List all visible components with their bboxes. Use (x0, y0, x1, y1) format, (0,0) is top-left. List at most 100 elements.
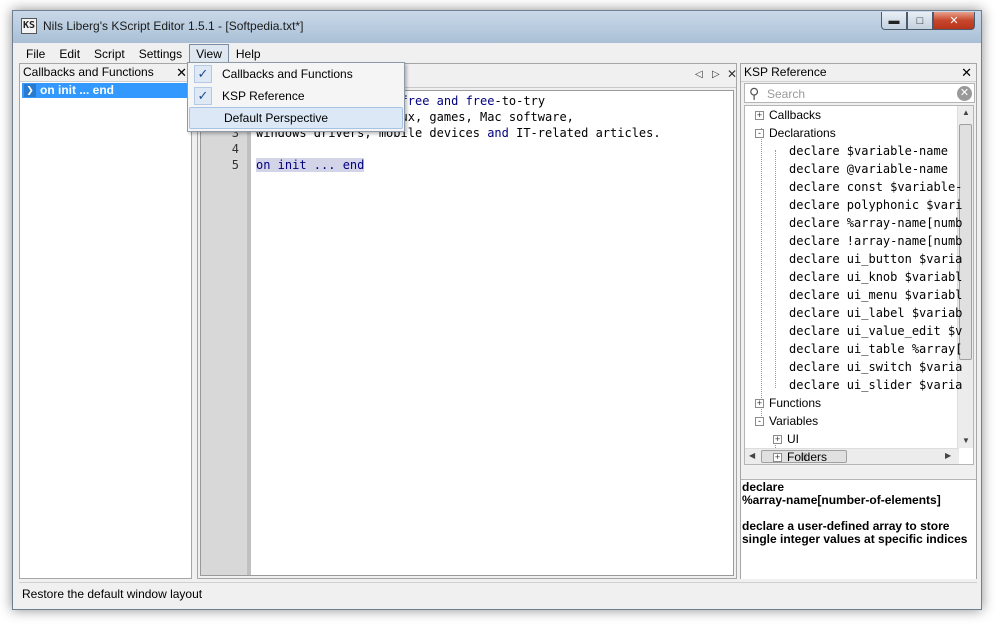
view-menu-item-ksp-reference[interactable]: ✓ KSP Reference (188, 85, 404, 107)
view-menu-item-label: Callbacks and Functions (222, 67, 353, 81)
code-line: on init ... end (256, 158, 365, 172)
tree-leaf[interactable]: declare ui_button $varia (789, 250, 962, 268)
view-menu-item-label: KSP Reference (222, 89, 305, 103)
checkmark-icon: ✓ (194, 65, 212, 83)
title-bar[interactable]: KS Nils Liberg's KScript Editor 1.5.1 - … (13, 11, 981, 43)
tree-guide-line (775, 150, 776, 388)
tree-leaf[interactable]: declare $variable-name (789, 142, 948, 160)
menu-file[interactable]: File (19, 44, 52, 63)
expand-icon[interactable]: + (755, 111, 764, 121)
clear-icon[interactable]: ✕ (957, 86, 972, 101)
tree-guide-line (761, 128, 762, 418)
window-controls: ▬ □ ✕ (881, 12, 975, 30)
tree-leaf[interactable]: declare !array-name[numb (789, 232, 962, 250)
ksp-reference-panel: KSP Reference ✕ ⚲ Search ✕ ▲ ▼ ◀ ||| ▶ +… (740, 63, 977, 579)
callback-item-label: on init ... end (40, 83, 114, 97)
tree-leaf[interactable]: declare ui_label $variab (789, 304, 962, 322)
line-number: 4 (231, 142, 239, 156)
search-icon: ⚲ (749, 85, 760, 101)
tree-node-label: declare !array-name[numb (789, 234, 963, 248)
tree-node-label: declare $variable-name (789, 144, 948, 158)
tree-node-label: declare polyphonic $vari (789, 198, 963, 212)
tree-node-label: UI (787, 432, 799, 446)
expand-icon[interactable]: + (755, 399, 764, 409)
menu-script[interactable]: Script (87, 44, 132, 63)
menu-settings[interactable]: Settings (132, 44, 189, 63)
scroll-right-icon[interactable]: ▶ (945, 451, 951, 460)
ksp-reference-tree[interactable]: ▲ ▼ ◀ ||| ▶ + Callbacks - Declarations decla… (744, 105, 974, 465)
callbacks-panel-title: Callbacks and Functions (23, 65, 154, 79)
view-menu-item-default-perspective[interactable]: Default Perspective (189, 107, 403, 129)
editor-panel: ◁ ▷ ✕ 1 2 3 4 5 y of over 1,000,000 free… (197, 63, 737, 579)
search-input[interactable]: ⚲ Search ✕ (744, 83, 975, 103)
tree-node[interactable]: + Folders (773, 448, 828, 464)
ksp-reference-header: KSP Reference ✕ (741, 64, 976, 82)
tree-leaf[interactable]: declare polyphonic $vari (789, 196, 962, 214)
view-menu-item-callbacks[interactable]: ✓ Callbacks and Functions (188, 63, 404, 85)
menu-bar: File Edit Script Settings View Help (19, 43, 977, 63)
tab-scroll-right-icon[interactable]: ▷ (712, 69, 720, 80)
ksp-reference-description: declare %array-name[number-of-elements] … (741, 479, 976, 579)
window-title: Nils Liberg's KScript Editor 1.5.1 - [So… (43, 19, 304, 33)
tree-leaf[interactable]: declare %array-name[numb (789, 214, 962, 232)
expand-icon[interactable]: + (773, 453, 782, 463)
tree-leaf[interactable]: declare @variable-name (789, 160, 948, 178)
callback-item[interactable]: ❯ on init ... end (22, 83, 189, 98)
tree-node-label: declare ui_slider $varia (789, 378, 963, 392)
menu-help[interactable]: Help (229, 44, 268, 63)
tree-node-label: declare ui_value_edit $v (789, 324, 963, 338)
callbacks-panel: Callbacks and Functions ✕ ❯ on init ... … (19, 63, 192, 579)
collapse-icon[interactable]: - (755, 129, 764, 139)
app-window: KS Nils Liberg's KScript Editor 1.5.1 - … (12, 10, 982, 610)
tree-node-label: declare %array-name[numb (789, 216, 963, 230)
tree-leaf[interactable]: declare ui_slider $varia (789, 376, 962, 394)
close-icon[interactable]: ✕ (727, 67, 737, 81)
description-line: %array-name[number-of-elements] (742, 493, 941, 507)
tree-node[interactable]: + Functions (755, 394, 821, 412)
tree-node-label: declare ui_menu $variabl (789, 288, 963, 302)
maximize-button[interactable]: □ (907, 12, 933, 30)
view-menu-item-label: Default Perspective (224, 111, 329, 125)
tree-leaf[interactable]: declare ui_table %array[ (789, 340, 962, 358)
tree-node-label: declare ui_knob $variabl (789, 270, 963, 284)
tree-node[interactable]: - Declarations (755, 124, 836, 142)
tree-leaf[interactable]: declare ui_menu $variabl (789, 286, 962, 304)
scroll-up-icon[interactable]: ▲ (962, 108, 970, 117)
tree-node-label: declare ui_table %array[ (789, 342, 963, 356)
status-bar: Restore the default window layout (19, 582, 977, 604)
tree-leaf[interactable]: declare ui_switch $varia (789, 358, 962, 376)
tree-node[interactable]: - Variables (755, 412, 818, 430)
tree-node[interactable]: + UI (773, 430, 799, 448)
tree-leaf[interactable]: declare const $variable- (789, 178, 962, 196)
close-icon[interactable]: ✕ (961, 64, 972, 81)
view-menu-dropdown: ✓ Callbacks and Functions ✓ KSP Referenc… (187, 62, 405, 132)
tree-node[interactable]: + Callbacks (755, 106, 821, 124)
tree-node-label: declare const $variable- (789, 180, 963, 194)
scroll-down-icon[interactable]: ▼ (962, 436, 970, 445)
collapse-icon[interactable]: - (755, 417, 764, 427)
line-number-gutter: 1 2 3 4 5 (201, 91, 251, 575)
minimize-button[interactable]: ▬ (881, 12, 907, 30)
search-placeholder: Search (767, 87, 806, 101)
tree-node-label: Callbacks (769, 108, 822, 122)
tree-leaf[interactable]: declare ui_knob $variabl (789, 268, 962, 286)
menu-edit[interactable]: Edit (52, 44, 87, 63)
tree-node-label: declare ui_button $varia (789, 252, 963, 266)
expand-icon[interactable]: + (773, 435, 782, 445)
description-line: single integer values at specific indice… (742, 532, 968, 546)
app-icon: KS (21, 18, 37, 34)
menu-view[interactable]: View (189, 44, 229, 63)
line-number: 5 (231, 158, 239, 172)
code-editor[interactable]: 1 2 3 4 5 y of over 1,000,000 free and f… (200, 90, 734, 576)
close-icon[interactable]: ✕ (176, 64, 187, 81)
scroll-left-icon[interactable]: ◀ (749, 451, 755, 460)
tab-scroll-left-icon[interactable]: ◁ (695, 69, 703, 80)
tree-node-label: declare ui_switch $varia (789, 360, 963, 374)
tree-node-label: Folders (787, 450, 828, 464)
tree-node-label: declare @variable-name (789, 162, 948, 176)
tree-leaf[interactable]: declare ui_value_edit $v (789, 322, 962, 340)
ksp-reference-title: KSP Reference (744, 65, 827, 79)
tree-node-label: declare ui_label $variab (789, 306, 963, 320)
tree-node-label: Variables (769, 414, 819, 428)
close-button[interactable]: ✕ (933, 12, 975, 30)
